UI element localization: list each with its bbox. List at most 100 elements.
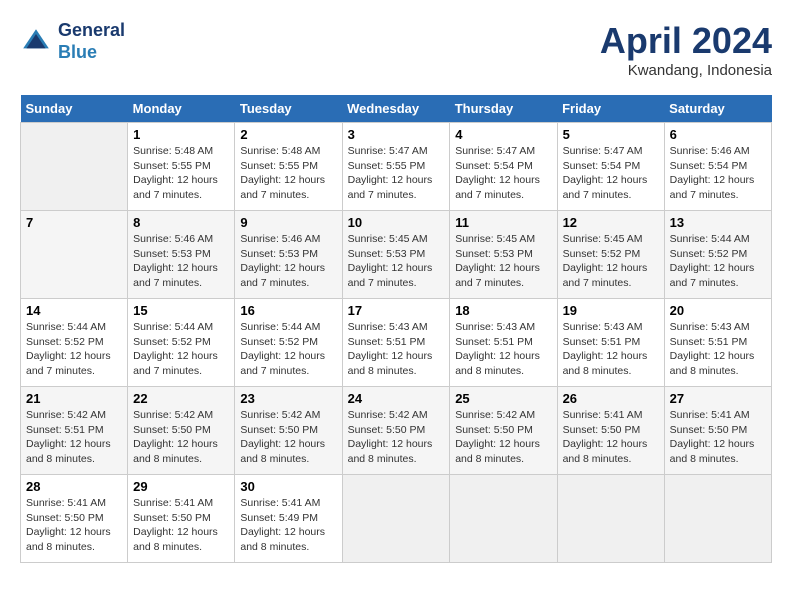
calendar-cell: 16 Sunrise: 5:44 AM Sunset: 5:52 PM Dayli…	[235, 299, 342, 387]
day-info: Sunrise: 5:41 AM Sunset: 5:50 PM Dayligh…	[133, 496, 229, 555]
calendar-cell: 28Sunrise: 5:41 AM Sunset: 5:50 PM Dayli…	[21, 475, 128, 563]
logo-icon	[20, 26, 52, 58]
day-info: Sunrise: 5:42 AM Sunset: 5:51 PM Dayligh…	[26, 408, 122, 467]
day-number: 20	[670, 303, 766, 318]
calendar-cell: 3 Sunrise: 5:47 AM Sunset: 5:55 PM Daylig…	[342, 123, 450, 211]
calendar-cell: 11 Sunrise: 5:45 AM Sunset: 5:53 PM Dayli…	[450, 211, 557, 299]
day-number: 25	[455, 391, 551, 406]
calendar-cell: 8Sunrise: 5:46 AM Sunset: 5:53 PM Daylig…	[128, 211, 235, 299]
weekday-header-saturday: Saturday	[664, 95, 771, 123]
day-number: 23	[240, 391, 336, 406]
day-info: Sunrise: 5:44 AM Sunset: 5:52 PM Dayligh…	[240, 320, 336, 379]
day-info: Sunrise: 5:44 AM Sunset: 5:52 PM Dayligh…	[133, 320, 229, 379]
day-info: Sunrise: 5:43 AM Sunset: 5:51 PM Dayligh…	[563, 320, 659, 379]
day-number: 3	[348, 127, 445, 142]
day-number: 29	[133, 479, 229, 494]
day-info: Sunrise: 5:43 AM Sunset: 5:51 PM Dayligh…	[670, 320, 766, 379]
calendar-body: 1 Sunrise: 5:48 AM Sunset: 5:55 PM Daylig…	[21, 123, 772, 563]
day-info: Sunrise: 5:42 AM Sunset: 5:50 PM Dayligh…	[133, 408, 229, 467]
day-number: 22	[133, 391, 229, 406]
calendar-cell	[664, 475, 771, 563]
day-info: Sunrise: 5:41 AM Sunset: 5:50 PM Dayligh…	[670, 408, 766, 467]
calendar-cell: 22 Sunrise: 5:42 AM Sunset: 5:50 PM Dayli…	[128, 387, 235, 475]
calendar-cell: 17 Sunrise: 5:43 AM Sunset: 5:51 PM Dayli…	[342, 299, 450, 387]
weekday-header-sunday: Sunday	[21, 95, 128, 123]
calendar-cell: 6 Sunrise: 5:46 AM Sunset: 5:54 PM Daylig…	[664, 123, 771, 211]
day-number: 16	[240, 303, 336, 318]
day-number: 24	[348, 391, 445, 406]
day-info: Sunrise: 5:47 AM Sunset: 5:54 PM Dayligh…	[563, 144, 659, 203]
logo: General Blue	[20, 20, 125, 63]
calendar-week-row: 1 Sunrise: 5:48 AM Sunset: 5:55 PM Daylig…	[21, 123, 772, 211]
day-info: Sunrise: 5:48 AM Sunset: 5:55 PM Dayligh…	[133, 144, 229, 203]
calendar-cell: 24 Sunrise: 5:42 AM Sunset: 5:50 PM Dayli…	[342, 387, 450, 475]
calendar-week-row: 21 Sunrise: 5:42 AM Sunset: 5:51 PM Dayli…	[21, 387, 772, 475]
calendar-cell	[21, 123, 128, 211]
day-number: 11	[455, 215, 551, 230]
day-number: 1	[133, 127, 229, 142]
day-info: Sunrise: 5:42 AM Sunset: 5:50 PM Dayligh…	[455, 408, 551, 467]
day-number: 12	[563, 215, 659, 230]
calendar-cell: 20 Sunrise: 5:43 AM Sunset: 5:51 PM Dayli…	[664, 299, 771, 387]
day-number: 9	[240, 215, 336, 230]
logo-text: General Blue	[58, 20, 125, 63]
weekday-header-monday: Monday	[128, 95, 235, 123]
calendar-cell: 30 Sunrise: 5:41 AM Sunset: 5:49 PM Dayli…	[235, 475, 342, 563]
weekday-header-friday: Friday	[557, 95, 664, 123]
calendar-cell	[450, 475, 557, 563]
day-info: Sunrise: 5:41 AM Sunset: 5:49 PM Dayligh…	[240, 496, 336, 555]
day-info: Sunrise: 5:44 AM Sunset: 5:52 PM Dayligh…	[670, 232, 766, 291]
day-number: 17	[348, 303, 445, 318]
weekday-header-thursday: Thursday	[450, 95, 557, 123]
calendar-cell: 29 Sunrise: 5:41 AM Sunset: 5:50 PM Dayli…	[128, 475, 235, 563]
day-info: Sunrise: 5:43 AM Sunset: 5:51 PM Dayligh…	[348, 320, 445, 379]
day-info: Sunrise: 5:41 AM Sunset: 5:50 PM Dayligh…	[563, 408, 659, 467]
day-info: Sunrise: 5:46 AM Sunset: 5:53 PM Dayligh…	[240, 232, 336, 291]
month-title: April 2024	[600, 20, 772, 62]
day-number: 4	[455, 127, 551, 142]
day-number: 7	[26, 215, 122, 230]
day-number: 30	[240, 479, 336, 494]
calendar-cell: 5 Sunrise: 5:47 AM Sunset: 5:54 PM Daylig…	[557, 123, 664, 211]
calendar-cell: 25 Sunrise: 5:42 AM Sunset: 5:50 PM Dayli…	[450, 387, 557, 475]
day-number: 19	[563, 303, 659, 318]
weekday-header-tuesday: Tuesday	[235, 95, 342, 123]
day-number: 6	[670, 127, 766, 142]
day-info: Sunrise: 5:47 AM Sunset: 5:54 PM Dayligh…	[455, 144, 551, 203]
calendar-cell: 13 Sunrise: 5:44 AM Sunset: 5:52 PM Dayli…	[664, 211, 771, 299]
weekday-header-wednesday: Wednesday	[342, 95, 450, 123]
calendar-cell: 18Sunrise: 5:43 AM Sunset: 5:51 PM Dayli…	[450, 299, 557, 387]
day-info: Sunrise: 5:44 AM Sunset: 5:52 PM Dayligh…	[26, 320, 122, 379]
day-info: Sunrise: 5:45 AM Sunset: 5:53 PM Dayligh…	[455, 232, 551, 291]
calendar-cell: 2Sunrise: 5:48 AM Sunset: 5:55 PM Daylig…	[235, 123, 342, 211]
day-info: Sunrise: 5:41 AM Sunset: 5:50 PM Dayligh…	[26, 496, 122, 555]
day-number: 14	[26, 303, 122, 318]
day-number: 5	[563, 127, 659, 142]
day-info: Sunrise: 5:47 AM Sunset: 5:55 PM Dayligh…	[348, 144, 445, 203]
calendar-cell: 1 Sunrise: 5:48 AM Sunset: 5:55 PM Daylig…	[128, 123, 235, 211]
day-number: 13	[670, 215, 766, 230]
calendar-cell: 12 Sunrise: 5:45 AM Sunset: 5:52 PM Dayli…	[557, 211, 664, 299]
calendar-cell: 26Sunrise: 5:41 AM Sunset: 5:50 PM Dayli…	[557, 387, 664, 475]
day-info: Sunrise: 5:46 AM Sunset: 5:54 PM Dayligh…	[670, 144, 766, 203]
day-number: 18	[455, 303, 551, 318]
logo-general: General	[58, 20, 125, 40]
day-number: 15	[133, 303, 229, 318]
calendar-cell: 4 Sunrise: 5:47 AM Sunset: 5:54 PM Daylig…	[450, 123, 557, 211]
day-number: 21	[26, 391, 122, 406]
calendar-header-row: SundayMondayTuesdayWednesdayThursdayFrid…	[21, 95, 772, 123]
day-info: Sunrise: 5:48 AM Sunset: 5:55 PM Dayligh…	[240, 144, 336, 203]
day-info: Sunrise: 5:45 AM Sunset: 5:52 PM Dayligh…	[563, 232, 659, 291]
calendar-cell: 23 Sunrise: 5:42 AM Sunset: 5:50 PM Dayli…	[235, 387, 342, 475]
calendar-cell: 27 Sunrise: 5:41 AM Sunset: 5:50 PM Dayli…	[664, 387, 771, 475]
logo-blue: Blue	[58, 42, 97, 62]
day-number: 8	[133, 215, 229, 230]
calendar-week-row: 28Sunrise: 5:41 AM Sunset: 5:50 PM Dayli…	[21, 475, 772, 563]
day-number: 27	[670, 391, 766, 406]
calendar-week-row: 14 Sunrise: 5:44 AM Sunset: 5:52 PM Dayli…	[21, 299, 772, 387]
day-info: Sunrise: 5:42 AM Sunset: 5:50 PM Dayligh…	[240, 408, 336, 467]
day-info: Sunrise: 5:42 AM Sunset: 5:50 PM Dayligh…	[348, 408, 445, 467]
calendar-cell: 7	[21, 211, 128, 299]
calendar-table: SundayMondayTuesdayWednesdayThursdayFrid…	[20, 95, 772, 563]
page-header: General Blue April 2024 Kwandang, Indone…	[20, 20, 772, 79]
